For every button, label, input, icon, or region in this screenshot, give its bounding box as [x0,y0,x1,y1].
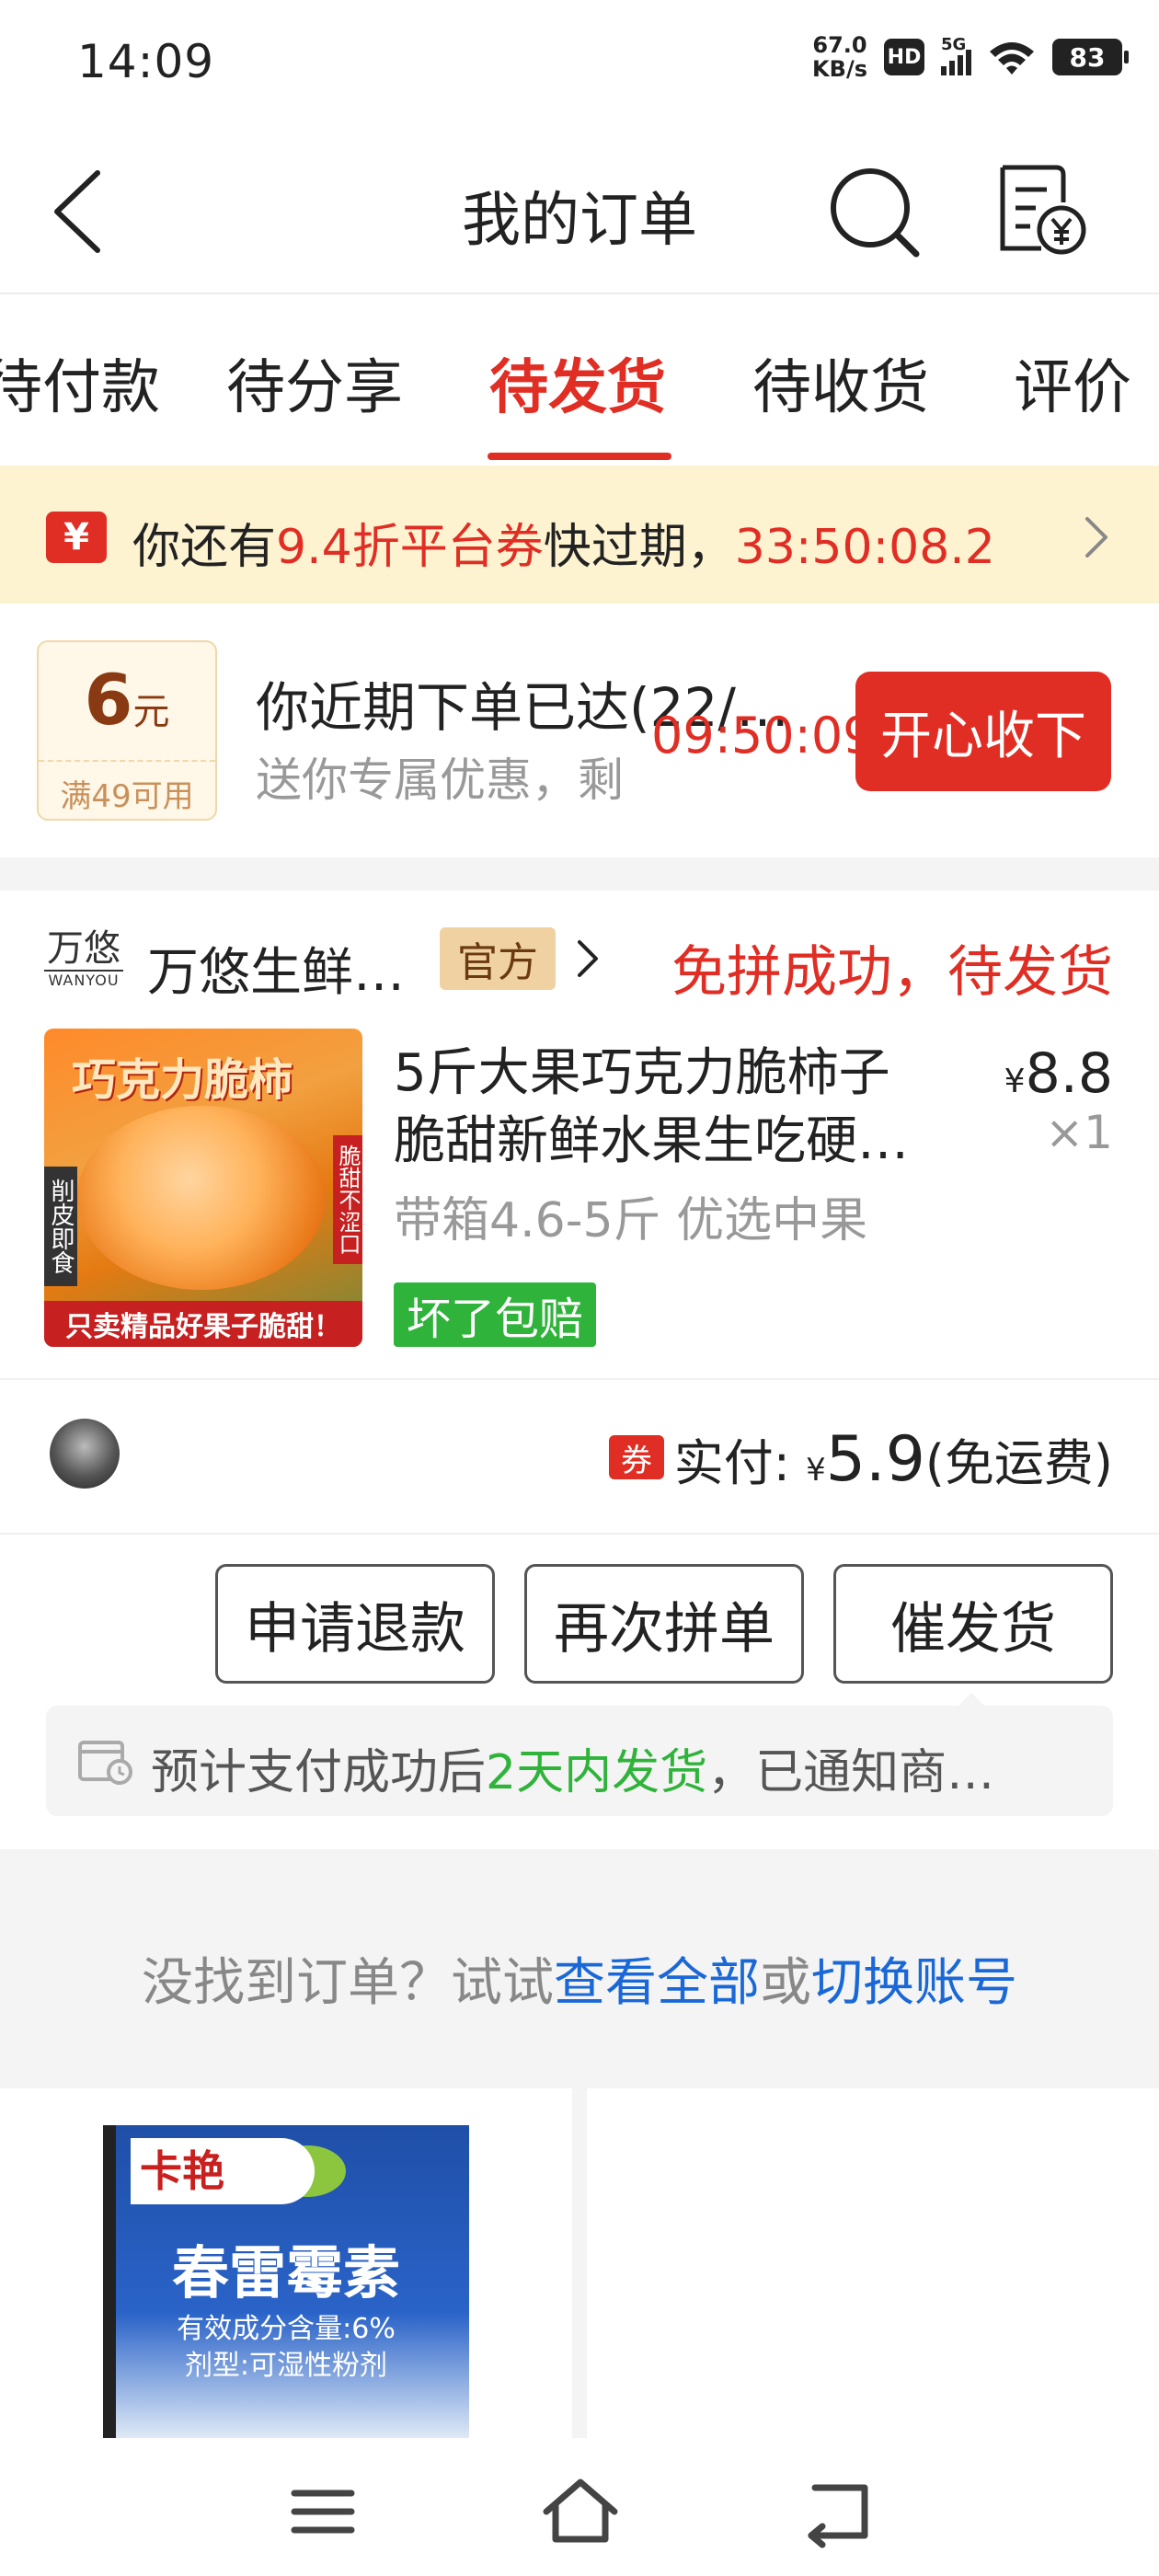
bill-yuan-icon[interactable] [990,158,1091,259]
recommendation-card[interactable] [587,2088,1159,2438]
search-icon[interactable] [824,162,925,263]
persimmon-illustration [77,1106,326,1290]
coupon-voucher: 6元 满49可用 [37,640,217,821]
order-tabs: 待付款 待分享 待发货 待收货 评价 [0,296,1159,466]
page-title: 我的订单 [462,187,697,255]
tab-pending-shipment[interactable]: 待发货 [489,340,666,425]
active-tab-indicator [488,453,671,460]
tab-pending-share[interactable]: 待分享 [226,340,403,425]
not-found-text: 没找到订单？试试查看全部或切换账号 [142,1953,1017,2013]
urge-shipment-button[interactable]: 催发货 [833,1564,1113,1684]
tab-review[interactable]: 评价 [1014,340,1131,425]
claim-coupon-button[interactable]: 开心收下 [855,672,1111,791]
menu-icon[interactable] [281,2475,364,2548]
shop-name[interactable]: 万悠生鲜… [147,931,405,1006]
reorder-button[interactable]: 再次拼单 [524,1564,804,1684]
order-actions: 申请退款 再次拼单 催发货 [0,1535,1159,1691]
paid-amount: 实付: ¥5.9(免运费) [673,1423,1113,1496]
back-icon[interactable] [797,2475,879,2548]
product-spec: 带箱4.6-5斤 优选中果 [394,1193,868,1248]
request-refund-button[interactable]: 申请退款 [215,1564,495,1684]
not-found-section: 没找到订单？试试查看全部或切换账号 [0,1849,1159,2088]
recommendations: 卡艳 春雷霉素 有效成分含量:6% 剂型:可湿性粉剂 [0,2088,1159,2438]
switch-account-link[interactable]: 切换账号 [811,1953,1017,2013]
promo-subtitle: 送你专属优惠，剩 [256,753,624,807]
recommendation-card[interactable]: 卡艳 春雷霉素 有效成分含量:6% 剂型:可湿性粉剂 [0,2088,572,2438]
coupon-condition: 满49可用 [60,778,194,815]
order-status: 免拼成功，待发货 [671,940,1113,1005]
chevron-right-icon [1085,517,1107,558]
shop-logo: 万悠 WANYOU [44,927,123,997]
status-bar: 14:09 67.0 KB/s HD 5G 83 [0,0,1159,129]
banner-text: 你还有9.4折平台券快过期，33:50:08.2 [132,520,995,575]
signal-5g-icon: 5G [941,35,971,75]
home-icon[interactable] [539,2475,622,2548]
official-badge: 官方 [440,927,556,990]
system-nav-bar [0,2438,1159,2576]
promo-timer: 09:50:09 [651,707,875,765]
product-image: 卡艳 春雷霉素 有效成分含量:6% 剂型:可湿性粉剂 [103,2125,469,2438]
status-icons: 67.0 KB/s HD 5G 83 [812,32,1129,82]
net-speed: 67.0 KB/s [812,32,867,82]
chevron-right-icon[interactable] [574,937,602,981]
order-item[interactable]: 巧克力脆柿 削皮即食 脆甜不涩口 只卖精品好果子脆甜！ 5斤大果巧克力脆柿子 脆… [0,1001,1159,1378]
hd-icon: HD [884,39,924,75]
tab-pending-receipt[interactable]: 待收货 [752,340,929,425]
shipping-hint: 预计支付成功后2天内发货，已通知商… [46,1706,1113,1816]
coupon-ticket-icon: 券 [609,1435,664,1479]
banner-countdown: 33:50:08.2 [734,520,995,575]
battery-icon: 83 [1052,39,1129,75]
promo-card: 6元 满49可用 你近期下单已达(22/… 送你专属优惠，剩 09:50:09 … [0,604,1159,857]
status-time: 14:09 [77,35,215,88]
payment-row: 券 实付: ¥5.9(免运费) [0,1378,1159,1535]
guarantee-tag: 坏了包赔 [394,1282,597,1347]
divider [0,857,1159,891]
coupon-expiry-banner[interactable]: ¥ 你还有9.4折平台券快过期，33:50:08.2 [0,466,1159,604]
product-image[interactable]: 巧克力脆柿 削皮即食 脆甜不涩口 只卖精品好果子脆甜！ [44,1029,362,1347]
header: 我的订单 [0,129,1159,294]
shop-row[interactable]: 万悠 WANYOU 万悠生鲜… 官方 免拼成功，待发货 [0,891,1159,1005]
product-price: ¥8.8 [1004,1041,1113,1106]
coupon-ticket-icon: ¥ [46,512,107,563]
calendar-clock-icon [78,1741,132,1785]
product-quantity: ×1 [1045,1106,1113,1159]
wifi-icon [990,42,1034,75]
product-title: 5斤大果巧克力脆柿子 脆甜新鲜水果生吃硬… [394,1043,909,1171]
coupon-amount: 6 [84,659,133,741]
avatar [50,1419,120,1489]
view-all-link[interactable]: 查看全部 [554,1953,760,2013]
tab-pending-payment[interactable]: 待付款 [0,340,160,425]
